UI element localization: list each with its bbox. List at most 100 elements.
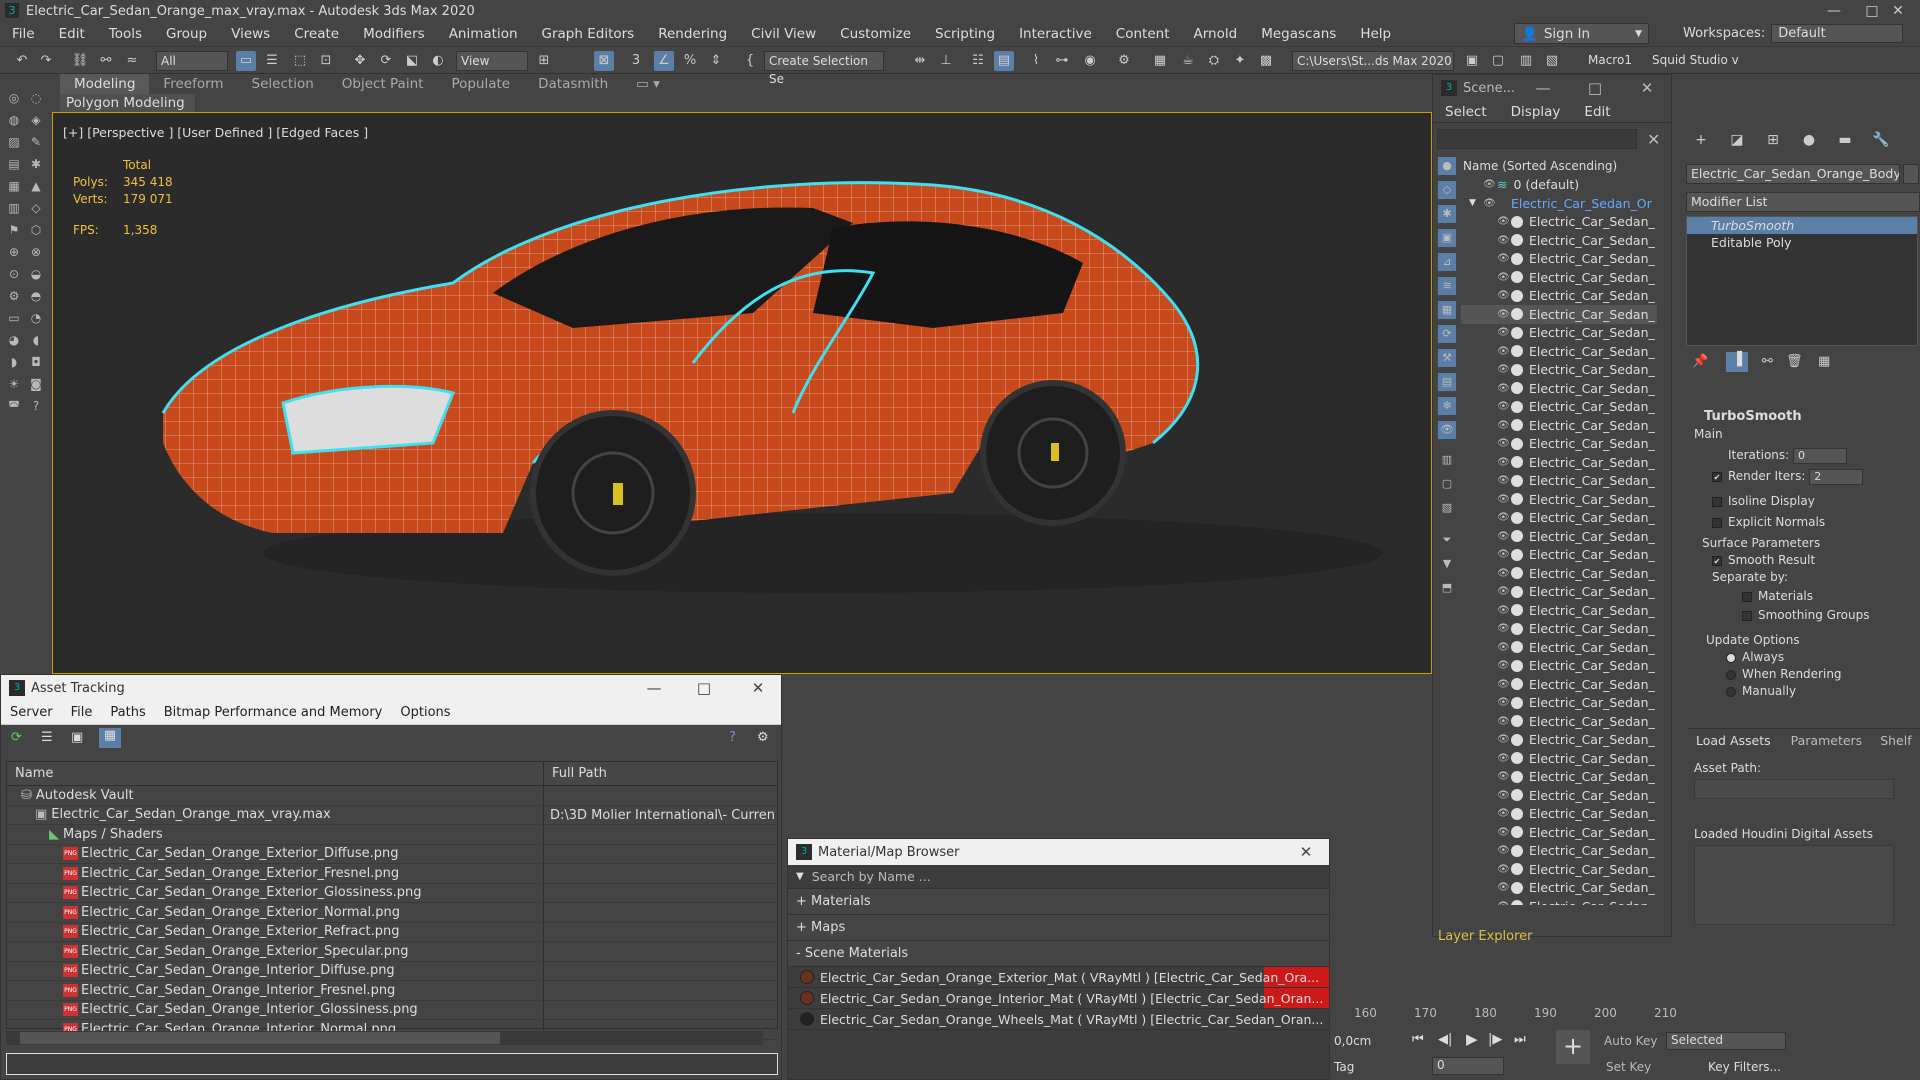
ribbon-options-icon[interactable]: ▭ ▾ bbox=[622, 74, 674, 94]
tool-icon[interactable]: ⚑ bbox=[6, 222, 22, 238]
tool-icon[interactable]: ◔ bbox=[28, 310, 44, 326]
tag-label[interactable]: Tag bbox=[1334, 1060, 1354, 1074]
eye-icon[interactable]: 👁 bbox=[1497, 364, 1511, 375]
scene-object-row[interactable]: 👁 Electric_Car_Sedan_ bbox=[1461, 583, 1657, 602]
hierarchy-tab-icon[interactable]: ⊞ bbox=[1762, 132, 1784, 152]
previous-frame-icon[interactable]: ◀| bbox=[1438, 1032, 1452, 1047]
menu-tools[interactable]: Tools bbox=[97, 26, 154, 42]
material-editor-icon[interactable]: ◉ bbox=[1080, 51, 1100, 71]
filter-shapes-icon[interactable]: ◇ bbox=[1438, 181, 1456, 199]
tab-load-assets[interactable]: Load Assets bbox=[1688, 733, 1779, 748]
key-set-dropdown[interactable]: Selected bbox=[1666, 1032, 1786, 1050]
eye-icon[interactable]: 👁 bbox=[1497, 605, 1511, 616]
filter-lights-icon[interactable]: ✱ bbox=[1438, 205, 1456, 223]
eye-icon[interactable]: 👁 bbox=[1497, 771, 1511, 782]
asset-row[interactable]: ▣ Electric_Car_Sedan_Orange_max_vray.max D… bbox=[7, 805, 777, 825]
perspective-viewport[interactable]: [+] [Perspective ] [User Defined ] [Edge… bbox=[52, 112, 1432, 674]
eye-icon[interactable]: 👁 bbox=[1497, 901, 1511, 905]
render-setup-icon[interactable]: ⚙ bbox=[1114, 51, 1134, 71]
eye-icon[interactable]: 👁 bbox=[1497, 882, 1511, 893]
invert-display-icon[interactable]: ▧ bbox=[1438, 499, 1456, 517]
scene-object-row[interactable]: 👁 Electric_Car_Sedan_ bbox=[1461, 231, 1657, 250]
tool-icon[interactable]: ✱ bbox=[28, 156, 44, 172]
scene-object-row[interactable]: 👁 Electric_Car_Sedan_ bbox=[1461, 379, 1657, 398]
scale-icon[interactable]: ⬕ bbox=[402, 51, 422, 71]
scene-search-input[interactable] bbox=[1437, 129, 1637, 149]
refresh-icon[interactable]: ⟳ bbox=[11, 730, 22, 745]
menu-customize[interactable]: Customize bbox=[828, 26, 923, 42]
rect-selection-icon[interactable]: ⬚ bbox=[290, 51, 310, 71]
loaded-assets-list[interactable] bbox=[1694, 845, 1894, 925]
project-settings-icon[interactable]: ▧ bbox=[1542, 51, 1562, 71]
menu-arnold[interactable]: Arnold bbox=[1182, 26, 1250, 42]
scene-object-row[interactable]: 👁 Electric_Car_Sedan_ bbox=[1461, 453, 1657, 472]
eye-icon[interactable]: 👁 bbox=[1483, 198, 1497, 209]
edit-named-sets-icon[interactable]: { bbox=[740, 51, 760, 71]
scene-list-header[interactable]: Name (Sorted Ascending) bbox=[1461, 157, 1657, 176]
move-icon[interactable]: ✥ bbox=[350, 51, 370, 71]
unlink-icon[interactable]: ⚯ bbox=[96, 51, 116, 71]
eye-icon[interactable]: 👁 bbox=[1497, 642, 1511, 653]
place-icon[interactable]: ◐ bbox=[428, 51, 448, 71]
close-button[interactable]: ✕ bbox=[1621, 75, 1673, 101]
squid-label[interactable]: Squid Studio v bbox=[1652, 53, 1739, 67]
stack-item-turbosmooth[interactable]: TurboSmooth bbox=[1687, 217, 1917, 234]
tool-icon[interactable]: ◓ bbox=[28, 288, 44, 304]
show-end-result-icon[interactable]: ▐ bbox=[1726, 352, 1748, 372]
pivot-icon[interactable]: ⊞ bbox=[534, 51, 554, 71]
scene-object-row[interactable]: 👁 Electric_Car_Sedan_ bbox=[1461, 657, 1657, 676]
vray-icon[interactable]: ✦ bbox=[1230, 51, 1250, 71]
vray-frame-icon[interactable]: ▩ bbox=[1256, 51, 1276, 71]
modify-tab-icon[interactable]: ◪ bbox=[1726, 132, 1748, 152]
tool-icon[interactable]: ? bbox=[28, 398, 44, 414]
tool-icon[interactable]: ◈ bbox=[28, 112, 44, 128]
filter-spacewarps-icon[interactable]: ≋ bbox=[1438, 277, 1456, 295]
menu-civil-view[interactable]: Civil View bbox=[739, 26, 828, 42]
scene-object-row[interactable]: 👁 Electric_Car_Sedan_ bbox=[1461, 805, 1657, 824]
tool-icon[interactable]: ◚ bbox=[6, 398, 22, 414]
scene-menu-select[interactable]: Select bbox=[1433, 104, 1499, 120]
ribbon-tab-freeform[interactable]: Freeform bbox=[149, 74, 237, 94]
eye-icon[interactable]: 👁 bbox=[1497, 790, 1511, 801]
mirror-icon[interactable]: ⇹ bbox=[910, 51, 930, 71]
scene-object-row[interactable]: 👁 Electric_Car_Sedan_ bbox=[1461, 638, 1657, 657]
display-all-icon[interactable]: ▥ bbox=[1438, 451, 1456, 469]
tool-icon[interactable]: ◌ bbox=[28, 90, 44, 106]
asset-row[interactable]: PNG Electric_Car_Sedan_Orange_Interior_Fr… bbox=[7, 981, 777, 1001]
go-to-end-icon[interactable]: ⏭ bbox=[1514, 1032, 1526, 1047]
asset-path-bar[interactable] bbox=[6, 1053, 778, 1075]
material-row-interior[interactable]: Electric_Car_Sedan_Orange_Interior_Mat (… bbox=[788, 988, 1329, 1009]
scene-object-row[interactable]: 👁 Electric_Car_Sedan_ bbox=[1461, 842, 1657, 861]
remove-modifier-icon[interactable]: 🗑 bbox=[1786, 354, 1803, 369]
menu-options[interactable]: Options bbox=[391, 705, 459, 720]
menu-paths[interactable]: Paths bbox=[101, 705, 154, 720]
eye-icon[interactable]: 👁 bbox=[1497, 697, 1511, 708]
iterations-spinner[interactable]: 0 bbox=[1793, 447, 1848, 464]
tool-icon[interactable]: ◇ bbox=[28, 200, 44, 216]
tool-icon[interactable]: ◎ bbox=[6, 90, 22, 106]
select-object-icon[interactable]: ▭ bbox=[236, 51, 256, 71]
scene-object-row[interactable]: 👁 Electric_Car_Sedan_ bbox=[1461, 509, 1657, 528]
filter-xrefs-icon[interactable]: ⟳ bbox=[1438, 325, 1456, 343]
horizontal-scrollbar[interactable] bbox=[6, 1031, 763, 1045]
ribbon-tab-datasmith[interactable]: Datasmith bbox=[524, 74, 622, 94]
scene-object-row[interactable]: 👁 Electric_Car_Sedan_ bbox=[1461, 879, 1657, 898]
eye-icon[interactable]: 👁 bbox=[1497, 549, 1511, 560]
close-button[interactable]: ✕ bbox=[735, 675, 781, 701]
scene-object-row[interactable]: 👁 Electric_Car_Sedan_ bbox=[1461, 342, 1657, 361]
menu-scripting[interactable]: Scripting bbox=[923, 26, 1007, 42]
eye-icon[interactable]: 👁 bbox=[1497, 438, 1511, 449]
asset-row[interactable]: ⛁ Autodesk Vault bbox=[7, 786, 777, 806]
scene-object-row[interactable]: 👁 Electric_Car_Sedan_ bbox=[1461, 712, 1657, 731]
asset-row[interactable]: PNG Electric_Car_Sedan_Orange_Interior_Di… bbox=[7, 961, 777, 981]
scene-object-row[interactable]: 👁 Electric_Car_Sedan_ bbox=[1461, 749, 1657, 768]
layer-explorer-label[interactable]: Layer Explorer bbox=[1438, 929, 1533, 944]
scene-object-row[interactable]: 👁 Electric_Car_Sedan_ bbox=[1461, 860, 1657, 879]
eye-icon[interactable]: 👁 bbox=[1497, 827, 1511, 838]
key-filters-button[interactable]: Key Filters... bbox=[1708, 1060, 1781, 1074]
asset-row[interactable]: PNG Electric_Car_Sedan_Orange_Exterior_Gl… bbox=[7, 883, 777, 903]
scene-object-row[interactable]: 👁 Electric_Car_Sedan_ bbox=[1461, 897, 1657, 905]
eye-icon[interactable]: 👁 bbox=[1497, 290, 1511, 301]
filter-groups-icon[interactable]: ▦ bbox=[1438, 301, 1456, 319]
sign-in-dropdown[interactable]: 👤 Sign In ▼ bbox=[1514, 23, 1649, 44]
